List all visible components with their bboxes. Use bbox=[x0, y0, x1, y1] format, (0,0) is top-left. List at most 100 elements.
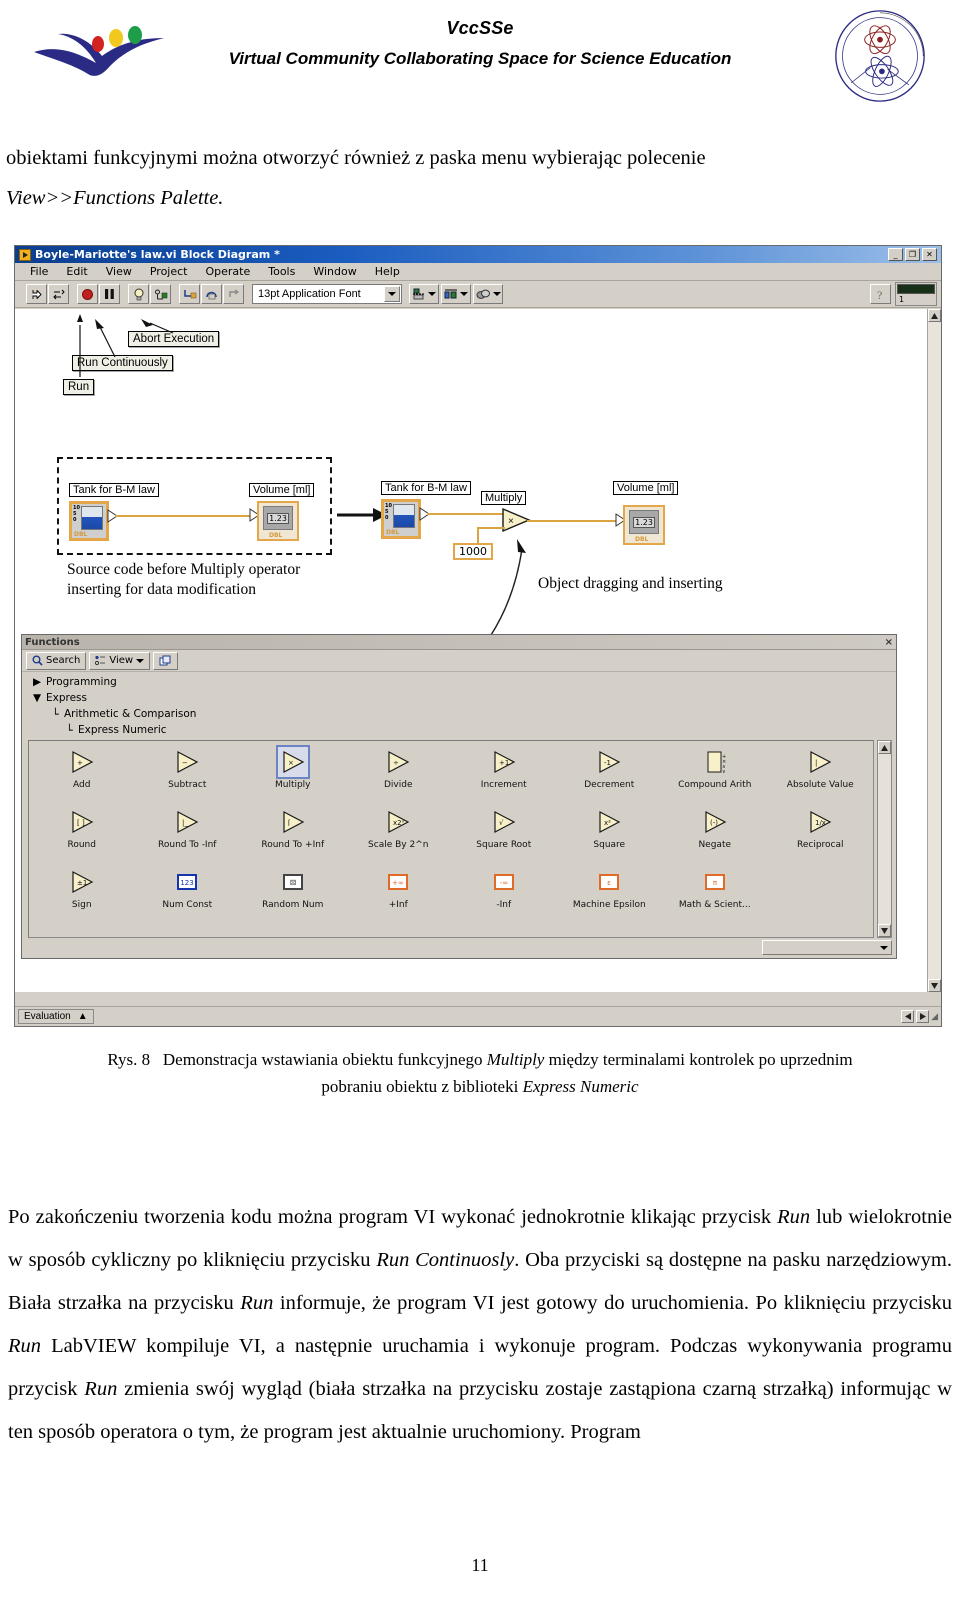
machine-epsilon-constant-icon[interactable]: ε bbox=[592, 865, 626, 899]
palette-toolbar[interactable]: Search View bbox=[22, 650, 896, 672]
palette-item[interactable]: [ ] Round bbox=[29, 805, 135, 865]
tree-row-arithmetic-comparison[interactable]: └ Arithmetic & Comparison bbox=[28, 706, 896, 722]
scroll-up-arrow-icon[interactable] bbox=[878, 741, 891, 754]
step-into-button[interactable] bbox=[179, 284, 200, 304]
font-selector-arrow[interactable] bbox=[384, 286, 400, 302]
before-wire[interactable] bbox=[115, 515, 253, 517]
negative-infinity-constant-icon[interactable]: -∞ bbox=[487, 865, 521, 899]
palette-item[interactable]: + Add bbox=[29, 745, 135, 805]
compound-arithmetic-icon[interactable]: + × ∧ ∨ bbox=[698, 745, 732, 779]
palette-item[interactable]: x² Square bbox=[557, 805, 663, 865]
distribute-objects-button[interactable] bbox=[441, 284, 471, 304]
palette-item[interactable]: ±1 Sign bbox=[29, 865, 135, 925]
palette-item[interactable]: ⚄ Random Num bbox=[240, 865, 346, 925]
palette-item[interactable]: +∞ +Inf bbox=[346, 865, 452, 925]
palette-footer-dropdown[interactable] bbox=[762, 940, 892, 955]
reciprocal-function-icon[interactable]: 1/x bbox=[803, 805, 837, 839]
constant-wire-horizontal[interactable] bbox=[477, 527, 505, 529]
block-diagram-canvas[interactable]: Abort Execution Run Continuously Run Tan… bbox=[15, 309, 941, 992]
decrement-function-icon[interactable]: -1 bbox=[592, 745, 626, 779]
palette-view-button[interactable]: View bbox=[89, 651, 151, 670]
status-scroll-left-icon[interactable] bbox=[901, 1010, 915, 1023]
tree-row-express[interactable]: ▼ Express bbox=[28, 690, 896, 706]
palette-item[interactable]: 123 Num Const bbox=[135, 865, 241, 925]
absolute-value-icon[interactable]: | bbox=[803, 745, 837, 779]
round-function-icon[interactable]: [ ] bbox=[65, 805, 99, 839]
menu-tools[interactable]: Tools bbox=[259, 265, 304, 278]
run-button[interactable] bbox=[26, 284, 47, 304]
palette-item[interactable]: -1 Decrement bbox=[557, 745, 663, 805]
before-tank-terminal[interactable]: 10 5 0 DBL bbox=[69, 501, 109, 541]
palette-item[interactable]: √ Square Root bbox=[451, 805, 557, 865]
negate-function-icon[interactable]: (-) bbox=[698, 805, 732, 839]
palette-item[interactable]: (-) Negate bbox=[662, 805, 768, 865]
functions-palette[interactable]: Functions × Search View ▶ Programming ▼ … bbox=[21, 634, 897, 959]
labview-block-diagram-window[interactable]: Boyle-Mariotte's law.vi Block Diagram * … bbox=[14, 245, 942, 1027]
multiply-to-indicator-wire[interactable] bbox=[527, 520, 625, 522]
palette-item[interactable]: ⌈ Round To +Inf bbox=[240, 805, 346, 865]
step-out-button[interactable] bbox=[223, 284, 244, 304]
multiply-function-icon[interactable]: × bbox=[275, 745, 310, 779]
pause-button[interactable] bbox=[99, 284, 120, 304]
palette-item[interactable]: |_ Round To -Inf bbox=[135, 805, 241, 865]
highlight-execution-button[interactable] bbox=[128, 284, 149, 304]
menu-operate[interactable]: Operate bbox=[196, 265, 259, 278]
divide-function-icon[interactable]: ÷ bbox=[381, 745, 415, 779]
minimize-button[interactable]: _ bbox=[888, 248, 903, 261]
retain-wire-values-button[interactable] bbox=[150, 284, 171, 304]
menu-project[interactable]: Project bbox=[141, 265, 197, 278]
square-function-icon[interactable]: x² bbox=[592, 805, 626, 839]
after-tank-terminal[interactable]: 10 5 0 DBL bbox=[381, 499, 421, 539]
palette-item[interactable]: +1 Increment bbox=[451, 745, 557, 805]
diagram-toolbar[interactable]: 13pt Application Font ? 1 bbox=[15, 281, 941, 308]
square-root-icon[interactable]: √ bbox=[487, 805, 521, 839]
palette-item[interactable]: ε Machine Epsilon bbox=[557, 865, 663, 925]
palette-icon-grid[interactable]: + Add − Subtract × Multiply ÷ Divide +1 Increment… bbox=[29, 741, 873, 925]
sign-function-icon[interactable]: ±1 bbox=[65, 865, 99, 899]
menu-window[interactable]: Window bbox=[304, 265, 365, 278]
palette-item[interactable]: ÷ Divide bbox=[346, 745, 452, 805]
step-over-button[interactable] bbox=[201, 284, 222, 304]
menu-file[interactable]: File bbox=[21, 265, 57, 278]
round-to-neg-inf-icon[interactable]: |_ bbox=[170, 805, 204, 839]
constant-wire-vertical[interactable] bbox=[477, 528, 479, 545]
context-help-button[interactable]: ? bbox=[870, 284, 891, 304]
after-tank-to-multiply-wire[interactable] bbox=[427, 513, 503, 515]
chevron-right-icon[interactable]: ▶ bbox=[28, 676, 46, 688]
tree-row-programming[interactable]: ▶ Programming bbox=[28, 674, 896, 690]
positive-infinity-constant-icon[interactable]: +∞ bbox=[381, 865, 415, 899]
evaluation-status-chip[interactable]: Evaluation ▲ bbox=[18, 1009, 94, 1024]
math-and-scientific-constants-icon[interactable]: π bbox=[698, 865, 732, 899]
resize-grip-icon[interactable]: ◢ bbox=[931, 1012, 938, 1022]
add-function-icon[interactable]: + bbox=[65, 745, 99, 779]
palette-footer[interactable] bbox=[28, 940, 892, 956]
after-volume-indicator[interactable]: 1.23 DBL bbox=[623, 505, 665, 545]
chevron-down-icon[interactable]: ▼ bbox=[28, 692, 46, 704]
palette-item[interactable]: -∞ -Inf bbox=[451, 865, 557, 925]
random-number-dice-icon[interactable]: ⚄ bbox=[276, 865, 310, 899]
palette-item[interactable]: π Math & Scient... bbox=[662, 865, 768, 925]
palette-scrollbar[interactable] bbox=[877, 740, 892, 938]
scroll-down-arrow-icon[interactable] bbox=[878, 924, 891, 937]
window-controls[interactable]: _ ❐ ✕ bbox=[888, 248, 939, 261]
maximize-button[interactable]: ❐ bbox=[905, 248, 920, 261]
palette-search-button[interactable]: Search bbox=[26, 651, 87, 670]
scroll-down-arrow-icon[interactable] bbox=[928, 979, 941, 992]
palette-item[interactable]: 1/x Reciprocal bbox=[768, 805, 874, 865]
round-to-pos-inf-icon[interactable]: ⌈ bbox=[276, 805, 310, 839]
palette-category-tree[interactable]: ▶ Programming ▼ Express └ Arithmetic & C… bbox=[22, 672, 896, 738]
reorder-button[interactable] bbox=[473, 284, 503, 304]
scale-by-power-of-two-icon[interactable]: x2ⁿ bbox=[381, 805, 415, 839]
palette-item[interactable]: x2ⁿ Scale By 2^n bbox=[346, 805, 452, 865]
before-volume-indicator[interactable]: 1.23 DBL bbox=[257, 501, 299, 541]
status-scroll-right-icon[interactable] bbox=[916, 1010, 930, 1023]
run-continuously-button[interactable] bbox=[48, 284, 69, 304]
close-button[interactable]: ✕ bbox=[922, 248, 937, 261]
subtract-function-icon[interactable]: − bbox=[170, 745, 204, 779]
menu-bar[interactable]: File Edit View Project Operate Tools Win… bbox=[15, 263, 941, 281]
menu-edit[interactable]: Edit bbox=[57, 265, 96, 278]
palette-item[interactable]: × Multiply bbox=[240, 745, 346, 805]
menu-help[interactable]: Help bbox=[366, 265, 409, 278]
palette-close-icon[interactable]: × bbox=[885, 637, 893, 648]
scroll-up-arrow-icon[interactable] bbox=[928, 309, 941, 322]
